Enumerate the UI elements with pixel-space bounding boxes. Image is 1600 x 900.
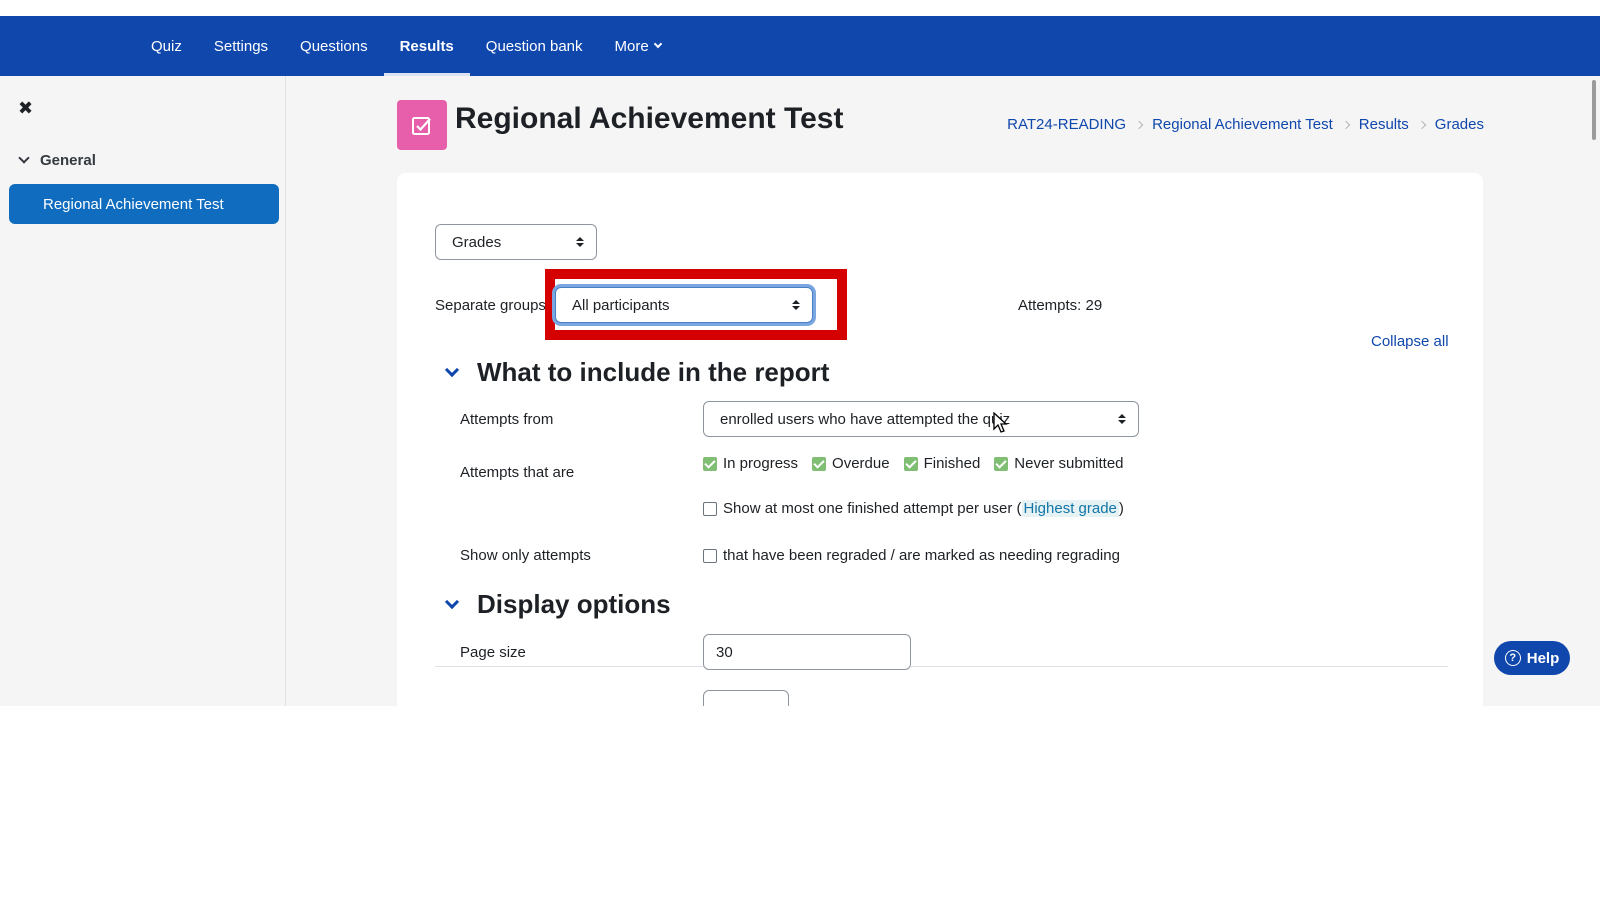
tab-label: More bbox=[614, 37, 649, 55]
quiz-module-icon bbox=[397, 100, 447, 150]
report-type-select[interactable]: Grades bbox=[435, 224, 597, 260]
checkbox-regraded[interactable] bbox=[703, 548, 717, 563]
breadcrumb-chevron-icon bbox=[1417, 120, 1427, 129]
state-finished[interactable]: Finished bbox=[903, 455, 981, 472]
section-include-header: What to include in the report bbox=[435, 357, 829, 388]
scrollbar-thumb[interactable] bbox=[1592, 80, 1596, 140]
collapse-all-link[interactable]: Collapse all bbox=[1371, 333, 1449, 350]
select-arrows-icon bbox=[1118, 414, 1126, 424]
breadcrumb-item[interactable]: Results bbox=[1359, 116, 1409, 133]
paren-close: ) bbox=[1118, 500, 1124, 517]
tab-questions[interactable]: Questions bbox=[284, 16, 384, 76]
one-attempt-text: Show at most one finished attempt per us… bbox=[723, 500, 1013, 517]
tab-results[interactable]: Results bbox=[383, 16, 470, 76]
group-select[interactable]: All participants bbox=[555, 287, 813, 323]
page-size-input[interactable]: 30 bbox=[703, 634, 911, 670]
page-title: Regional Achievement Test bbox=[455, 102, 844, 135]
tab-more[interactable]: More bbox=[599, 16, 677, 76]
select-arrows-icon bbox=[792, 300, 800, 310]
help-label: Help bbox=[1526, 649, 1560, 667]
course-index-drawer: ✖ General Regional Achievement Test bbox=[0, 76, 286, 706]
regraded-option: that have been regraded / are marked as … bbox=[703, 547, 1120, 564]
tab-settings[interactable]: Settings bbox=[198, 16, 284, 76]
sidebar-section-label: General bbox=[40, 152, 96, 169]
next-field-input[interactable] bbox=[703, 690, 789, 706]
tab-label: Settings bbox=[213, 37, 269, 55]
checkbox-overdue[interactable] bbox=[812, 456, 827, 471]
group-select-value: All participants bbox=[572, 296, 670, 314]
attempt-states-group: In progress Overdue Finished Never submi… bbox=[703, 455, 1138, 472]
tab-label: Questions bbox=[300, 37, 368, 55]
regraded-text: that have been regraded / are marked as … bbox=[723, 547, 1120, 564]
checkbox-label: Overdue bbox=[832, 455, 890, 472]
section-divider bbox=[435, 666, 1448, 667]
select-arrows-icon bbox=[576, 237, 584, 247]
highest-grade-link[interactable]: Highest grade bbox=[1021, 500, 1119, 517]
breadcrumb-item[interactable]: Grades bbox=[1435, 116, 1484, 133]
tab-label: Question bank bbox=[485, 37, 583, 55]
top-navigation-bar: Quiz Settings Questions Results Question… bbox=[0, 16, 1600, 76]
sidebar-item-regional-achievement-test[interactable]: Regional Achievement Test bbox=[9, 184, 279, 224]
report-card: Grades Separate groups All participants … bbox=[397, 173, 1483, 706]
tab-label: Quiz bbox=[151, 37, 182, 55]
chevron-down-icon[interactable] bbox=[444, 594, 460, 609]
quiz-module-icon-glyph bbox=[412, 117, 431, 135]
page-size-label: Page size bbox=[460, 644, 526, 661]
attempts-that-are-label: Attempts that are bbox=[460, 464, 575, 481]
checkbox-never-submitted[interactable] bbox=[994, 456, 1009, 471]
state-in-progress[interactable]: In progress bbox=[703, 455, 798, 472]
attempts-from-label: Attempts from bbox=[460, 411, 554, 428]
attempts-from-value: enrolled users who have attempted the qu… bbox=[720, 410, 1011, 428]
checkbox-label: Finished bbox=[923, 455, 981, 472]
state-never-submitted[interactable]: Never submitted bbox=[994, 455, 1124, 472]
app-body: ✖ General Regional Achievement Test Regi… bbox=[0, 76, 1600, 706]
checkbox-one-attempt[interactable] bbox=[703, 501, 717, 516]
help-button[interactable]: ? Help bbox=[1494, 641, 1570, 675]
secondary-nav: Quiz Settings Questions Results Question… bbox=[135, 16, 677, 76]
chevron-down-icon bbox=[653, 39, 662, 49]
section-include-title: What to include in the report bbox=[477, 357, 830, 387]
page-scrollbar[interactable] bbox=[1590, 76, 1600, 706]
state-overdue[interactable]: Overdue bbox=[812, 455, 890, 472]
checkbox-in-progress[interactable] bbox=[703, 456, 717, 471]
page-size-value: 30 bbox=[716, 643, 733, 661]
groups-label: Separate groups bbox=[435, 297, 546, 314]
breadcrumb-chevron-icon bbox=[1134, 120, 1144, 129]
checkbox-label: Never submitted bbox=[1014, 455, 1124, 472]
tab-label: Results bbox=[399, 37, 454, 55]
show-only-label: Show only attempts bbox=[460, 547, 591, 564]
help-icon: ? bbox=[1504, 650, 1521, 666]
close-icon[interactable]: ✖ bbox=[18, 98, 33, 119]
attempts-from-select[interactable]: enrolled users who have attempted the qu… bbox=[703, 401, 1139, 437]
paren-open: ( bbox=[1012, 500, 1022, 517]
attempts-summary: Attempts: 29 bbox=[1018, 297, 1103, 314]
tab-question-bank[interactable]: Question bank bbox=[470, 16, 599, 76]
breadcrumb-item[interactable]: RAT24-READING bbox=[1007, 116, 1126, 133]
report-type-value: Grades bbox=[452, 233, 502, 251]
checkbox-label: In progress bbox=[723, 455, 799, 472]
main-region: Regional Achievement Test RAT24-READING … bbox=[287, 76, 1600, 706]
chevron-down-icon bbox=[18, 152, 30, 164]
breadcrumb-item[interactable]: Regional Achievement Test bbox=[1152, 116, 1333, 133]
sidebar-item-label: Regional Achievement Test bbox=[43, 195, 224, 213]
sidebar-section-general[interactable]: General bbox=[18, 152, 96, 169]
section-display-header: Display options bbox=[435, 589, 671, 620]
section-display-title: Display options bbox=[477, 589, 671, 619]
tab-quiz[interactable]: Quiz bbox=[135, 16, 198, 76]
breadcrumb-chevron-icon bbox=[1341, 120, 1351, 129]
checkbox-finished[interactable] bbox=[903, 456, 918, 471]
breadcrumb: RAT24-READING Regional Achievement Test … bbox=[1007, 116, 1484, 133]
one-attempt-option: Show at most one finished attempt per us… bbox=[703, 500, 1124, 517]
chevron-down-icon[interactable] bbox=[444, 362, 460, 377]
